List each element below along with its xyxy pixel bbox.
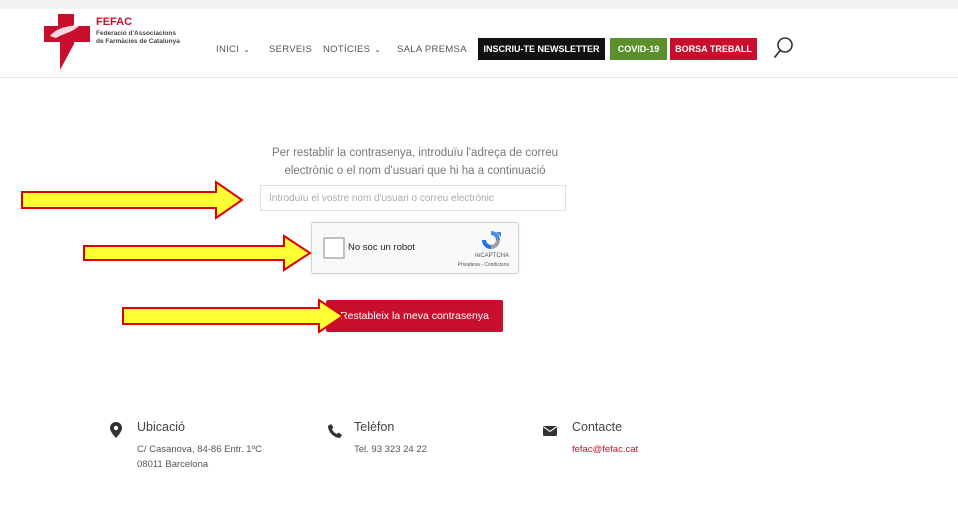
covid-button[interactable]: COVID-19 [610,38,667,60]
instruction-text: Per restablir la contrasenya, introduïu … [271,147,558,177]
logo-cross-icon [44,14,90,70]
recaptcha-logo-icon [482,231,501,249]
annotation-arrow-icon [83,234,312,272]
recaptcha-checkbox[interactable] [323,237,345,259]
username-email-input[interactable] [260,185,566,211]
recaptcha-links[interactable]: Privadesa - Condicions [458,262,509,268]
footer-location-title: Ubicació [137,420,185,434]
map-pin-icon [110,422,122,438]
nav-item-sala-premsa[interactable]: SALA PREMSA [397,44,467,55]
recaptcha-widget: No soc un robot reCAPTCHA Privadesa - Co… [311,222,519,274]
nav-item-serveis[interactable]: SERVEIS [269,44,312,55]
annotation-arrow-icon [21,180,244,220]
footer-address-line-1: C/ Casanova, 84-86 Entr. 1ºC [137,444,262,455]
reset-password-button[interactable]: Restableix la meva contrasenya [326,300,503,332]
footer-phone-number[interactable]: Tel. 93 323 24 22 [354,444,427,455]
footer-phone-title: Telèfon [354,420,395,434]
recaptcha-label: No soc un robot [348,242,416,253]
phone-icon [328,424,342,438]
annotation-arrow-icon [122,298,345,334]
top-bar [0,0,958,9]
fefac-logo[interactable]: FEFAC Federació d'Associacions de Farmàc… [44,14,194,70]
chevron-down-icon: ⌄ [374,45,382,54]
nav-item-noticies[interactable]: NOTÍCIES ⌄ [323,44,381,55]
logo-name: FEFAC [96,16,133,28]
footer-email-link[interactable]: fefac@fefac.cat [572,444,638,455]
borsa-treball-button[interactable]: BORSA TREBALL [670,38,757,60]
recaptcha-brand: reCAPTCHA [474,253,509,259]
footer-address-line-2: 08011 Barcelona [137,459,209,470]
chevron-down-icon: ⌄ [243,45,251,54]
newsletter-button[interactable]: INSCRIU-TE NEWSLETTER [478,38,605,60]
footer-contact-title: Contacte [572,420,623,434]
logo-line-2: de Farmàcies de Catalunya [96,38,180,45]
logo-line-1: Federació d'Associacions [96,30,176,37]
nav-item-inici[interactable]: INICI ⌄ [216,44,250,55]
search-icon[interactable] [773,36,795,60]
envelope-icon [543,426,557,436]
